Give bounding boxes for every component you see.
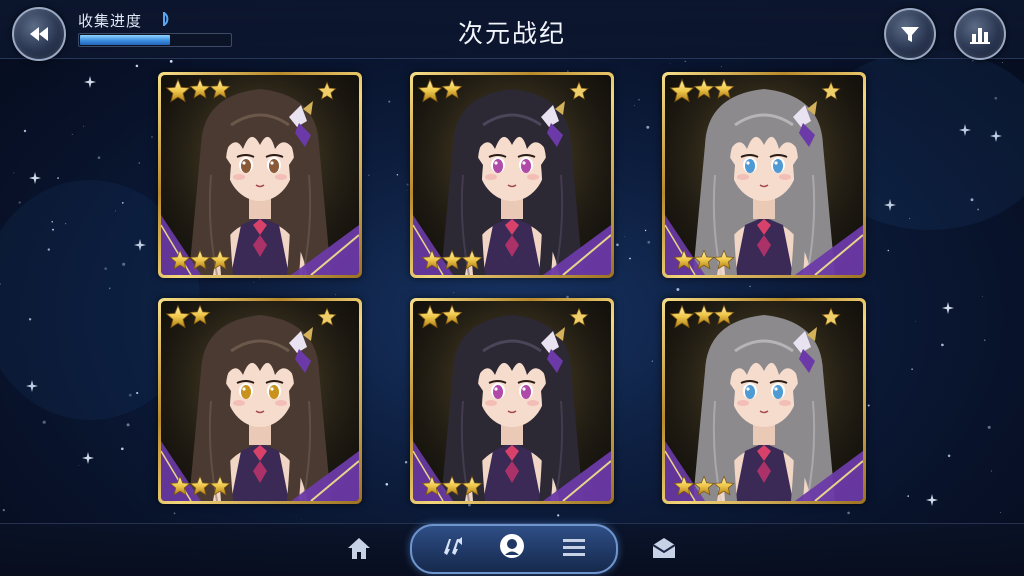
card-portrait-frame <box>665 75 863 275</box>
rarity-star-icon <box>189 78 211 99</box>
rarity-star-icon <box>441 249 463 270</box>
card-rarity-stars-top <box>669 78 735 104</box>
rarity-star-icon <box>189 304 211 325</box>
card-rarity-stars-top <box>417 304 463 330</box>
rarity-star-icon <box>421 475 443 496</box>
card-rarity-stars-bottom <box>421 249 483 271</box>
character-portrait <box>413 301 611 501</box>
rarity-star-icon <box>441 475 463 496</box>
character-portrait <box>161 75 359 275</box>
card-rarity-stars-bottom <box>169 249 231 271</box>
corner-star-icon <box>569 81 589 100</box>
rarity-star-icon <box>693 475 715 496</box>
page-title: 次元战纪 <box>457 20 566 48</box>
rarity-star-icon <box>669 78 695 103</box>
character-portrait <box>665 75 863 275</box>
corner-star-icon <box>317 307 337 326</box>
card-rarity-stars-top <box>165 304 211 330</box>
card-rarity-stars-bottom <box>673 249 735 271</box>
gacha-orb-button[interactable] <box>497 531 527 561</box>
card-rarity-stars-top <box>165 78 231 104</box>
collection-progress-fill <box>80 35 170 45</box>
swap-button[interactable] <box>438 531 468 561</box>
card-portrait-frame <box>413 301 611 501</box>
character-portrait <box>413 75 611 275</box>
menu-icon <box>563 539 585 556</box>
corner-star-icon <box>821 307 841 326</box>
home-icon <box>348 538 370 559</box>
gacha-orb-icon <box>500 534 524 558</box>
corner-star-icon <box>569 307 589 326</box>
character-card[interactable] <box>410 298 614 504</box>
card-portrait-frame <box>413 75 611 275</box>
card-rarity-stars-bottom <box>673 475 735 497</box>
rarity-star-icon <box>441 78 463 99</box>
menu-button[interactable] <box>559 532 589 562</box>
statistics-button[interactable] <box>954 8 1006 60</box>
rarity-star-icon <box>673 475 695 496</box>
rarity-star-icon <box>713 304 735 325</box>
character-card[interactable] <box>158 72 362 278</box>
rarity-star-icon <box>209 78 231 99</box>
character-card[interactable] <box>410 72 614 278</box>
card-rarity-stars-bottom <box>169 475 231 497</box>
character-card[interactable] <box>662 298 866 504</box>
rarity-star-icon <box>169 249 191 270</box>
back-button[interactable] <box>12 7 66 61</box>
rarity-star-icon <box>169 475 191 496</box>
rarity-star-icon <box>441 304 463 325</box>
card-rarity-stars-bottom <box>421 475 483 497</box>
corner-star-icon <box>821 81 841 100</box>
collection-progress-label: 收集进度 <box>78 13 143 30</box>
rarity-star-icon <box>209 475 231 496</box>
rarity-star-icon <box>189 475 211 496</box>
character-card[interactable] <box>158 298 362 504</box>
home-button[interactable] <box>344 533 374 563</box>
rarity-star-icon <box>165 304 191 329</box>
filter-button[interactable] <box>884 8 936 60</box>
rarity-star-icon <box>421 249 443 270</box>
rarity-star-icon <box>461 475 483 496</box>
rarity-star-icon <box>693 304 715 325</box>
rarity-star-icon <box>417 304 443 329</box>
card-portrait-frame <box>161 75 359 275</box>
funnel-icon <box>901 27 919 42</box>
character-card[interactable] <box>662 72 866 278</box>
corner-star-icon <box>317 81 337 100</box>
card-portrait-frame <box>161 301 359 501</box>
rarity-star-icon <box>209 249 231 270</box>
rarity-star-icon <box>189 249 211 270</box>
rarity-star-icon <box>673 249 695 270</box>
rarity-star-icon <box>713 475 735 496</box>
card-portrait-frame <box>665 301 863 501</box>
rarity-star-icon <box>693 78 715 99</box>
card-rarity-stars-top <box>669 304 735 330</box>
rarity-star-icon <box>417 78 443 103</box>
rarity-star-icon <box>713 249 735 270</box>
rarity-star-icon <box>713 78 735 99</box>
rarity-star-icon <box>669 304 695 329</box>
collection-progress-bar <box>78 33 232 47</box>
card-rarity-stars-top <box>417 78 463 104</box>
rewind-icon <box>30 27 48 41</box>
rarity-star-icon <box>461 249 483 270</box>
rarity-star-icon <box>165 78 191 103</box>
character-portrait <box>161 301 359 501</box>
bar-chart-icon <box>970 28 990 44</box>
loading-icon <box>163 12 169 26</box>
swap-icon <box>444 537 462 555</box>
mail-icon <box>652 538 676 558</box>
rarity-star-icon <box>693 249 715 270</box>
mail-button[interactable] <box>649 533 679 563</box>
character-portrait <box>665 301 863 501</box>
